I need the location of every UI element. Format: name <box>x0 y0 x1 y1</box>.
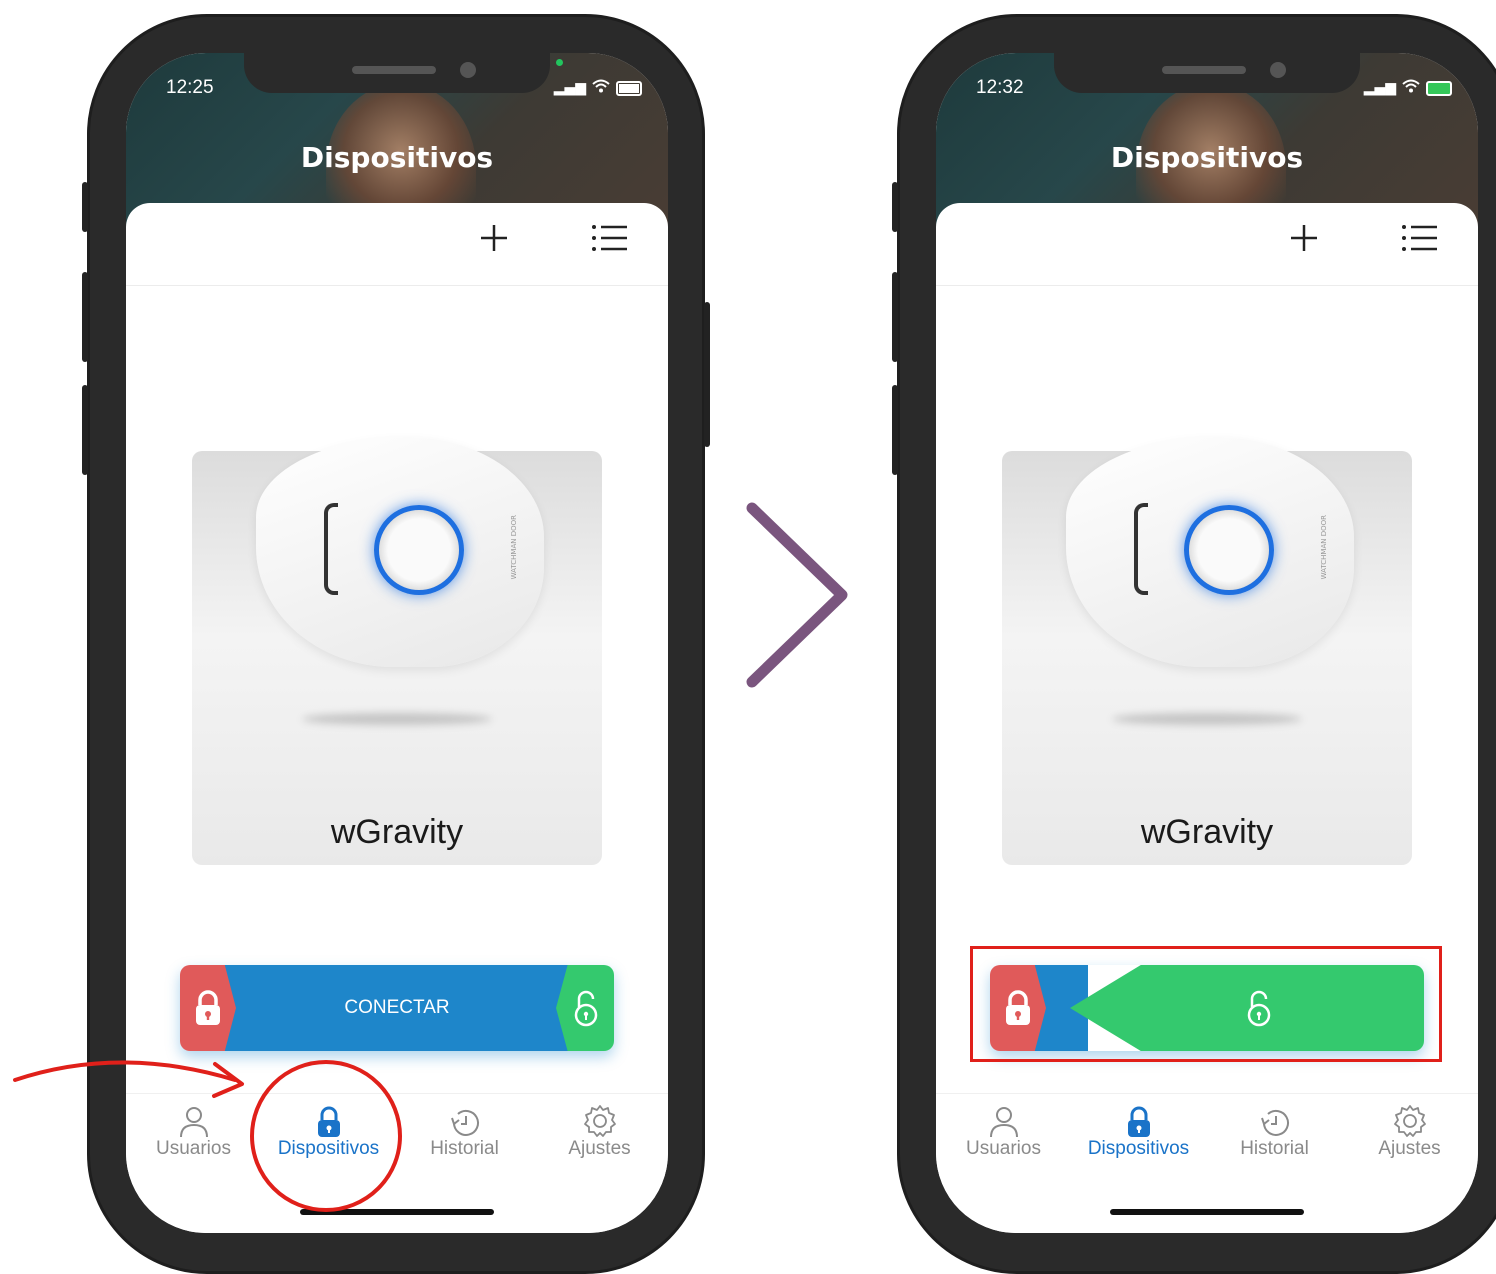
device-brand: WATCHMAN DOOR <box>510 515 518 580</box>
highlight-circle <box>250 1060 402 1212</box>
list-icon <box>1402 225 1437 251</box>
device-shadow <box>1112 713 1302 725</box>
tab-historial[interactable]: Historial <box>1207 1094 1342 1160</box>
camera-indicator <box>556 59 563 66</box>
history-icon <box>450 1109 479 1136</box>
notch <box>1054 53 1360 93</box>
power-button <box>704 302 710 447</box>
tab-bar: Usuarios Dispositivos Historial Ajustes <box>936 1093 1478 1194</box>
wifi-icon <box>592 79 610 97</box>
gear-icon <box>1393 1105 1426 1137</box>
tab-label: Dispositivos <box>1087 1138 1190 1159</box>
tab-dispositivos[interactable]: Dispositivos <box>1071 1094 1206 1160</box>
connect-slider[interactable]: CONECTAR <box>180 965 614 1051</box>
camera <box>1270 62 1286 78</box>
status-icons: ▂▄▆ <box>1364 79 1452 97</box>
lock-knob <box>374 505 464 595</box>
highlight-box <box>970 946 1442 1062</box>
signal-icon: ▂▄▆ <box>1363 80 1396 96</box>
home-indicator[interactable] <box>1110 1209 1304 1215</box>
history-icon <box>1260 1109 1289 1136</box>
tab-historial[interactable]: Historial <box>397 1094 532 1160</box>
toolbar-divider <box>126 285 668 286</box>
list-view-button[interactable] <box>1401 223 1439 260</box>
tab-label: Ajustes <box>1378 1138 1441 1159</box>
status-time: 12:25 <box>166 77 214 98</box>
page-title: Dispositivos <box>300 141 494 174</box>
lock-icon <box>1127 1106 1150 1137</box>
tab-label: Ajustes <box>568 1138 631 1159</box>
arrow-icon <box>13 1060 244 1098</box>
device-name: wGravity <box>1140 813 1274 851</box>
volume-up-button <box>82 272 88 362</box>
lock-handle <box>1134 503 1148 595</box>
user-icon <box>989 1107 1018 1138</box>
notch <box>244 53 563 93</box>
plus-icon <box>481 225 507 251</box>
device-image: WATCHMAN DOOR <box>256 437 544 667</box>
device-image: WATCHMAN DOOR <box>1066 437 1354 667</box>
gear-icon <box>583 1105 616 1137</box>
list-view-button[interactable] <box>591 223 629 260</box>
mute-switch <box>82 182 88 232</box>
speaker <box>1162 66 1246 74</box>
list-icon <box>592 225 627 251</box>
speaker <box>352 66 436 74</box>
plus-icon <box>1291 225 1317 251</box>
battery-charging-icon <box>1426 80 1452 96</box>
tab-label: Historial <box>430 1138 499 1159</box>
add-device-button[interactable] <box>1289 223 1319 260</box>
page-title: Dispositivos <box>1110 141 1304 174</box>
connect-label: CONECTAR <box>344 997 450 1018</box>
mute-switch <box>892 182 898 232</box>
status-time: 12:32 <box>976 77 1024 98</box>
device-name: wGravity <box>330 813 464 851</box>
volume-down-button <box>82 385 88 475</box>
camera <box>460 62 476 78</box>
volume-down-button <box>892 385 898 475</box>
signal-icon: ▂▄▆ <box>553 80 586 96</box>
volume-up-button <box>892 272 898 362</box>
toolbar-divider <box>936 285 1478 286</box>
tab-label: Usuarios <box>966 1138 1041 1159</box>
open-lock-icon <box>574 990 598 1027</box>
wifi-icon <box>1402 79 1420 97</box>
tab-usuarios[interactable]: Usuarios <box>936 1094 1071 1160</box>
status-icons: ▂▄▆ <box>554 79 642 97</box>
device-card[interactable]: WATCHMAN DOOR wGravity <box>192 437 602 865</box>
lock-handle <box>324 503 338 595</box>
tab-ajustes[interactable]: Ajustes <box>532 1094 667 1160</box>
add-device-button[interactable] <box>479 223 509 260</box>
device-brand: WATCHMAN DOOR <box>1320 515 1328 580</box>
device-shadow <box>302 713 492 725</box>
lock-knob <box>1184 505 1274 595</box>
device-card[interactable]: WATCHMAN DOOR wGravity <box>1002 437 1412 865</box>
tab-label: Historial <box>1240 1138 1309 1159</box>
tab-ajustes[interactable]: Ajustes <box>1342 1094 1477 1160</box>
tab-label: Usuarios <box>156 1138 231 1159</box>
chevron-right-icon <box>746 502 848 688</box>
phone-right: 12:32 ▂▄▆ Dispositivos WATCHMAN DOOR wGr… <box>892 14 1496 1274</box>
battery-icon <box>616 80 642 96</box>
